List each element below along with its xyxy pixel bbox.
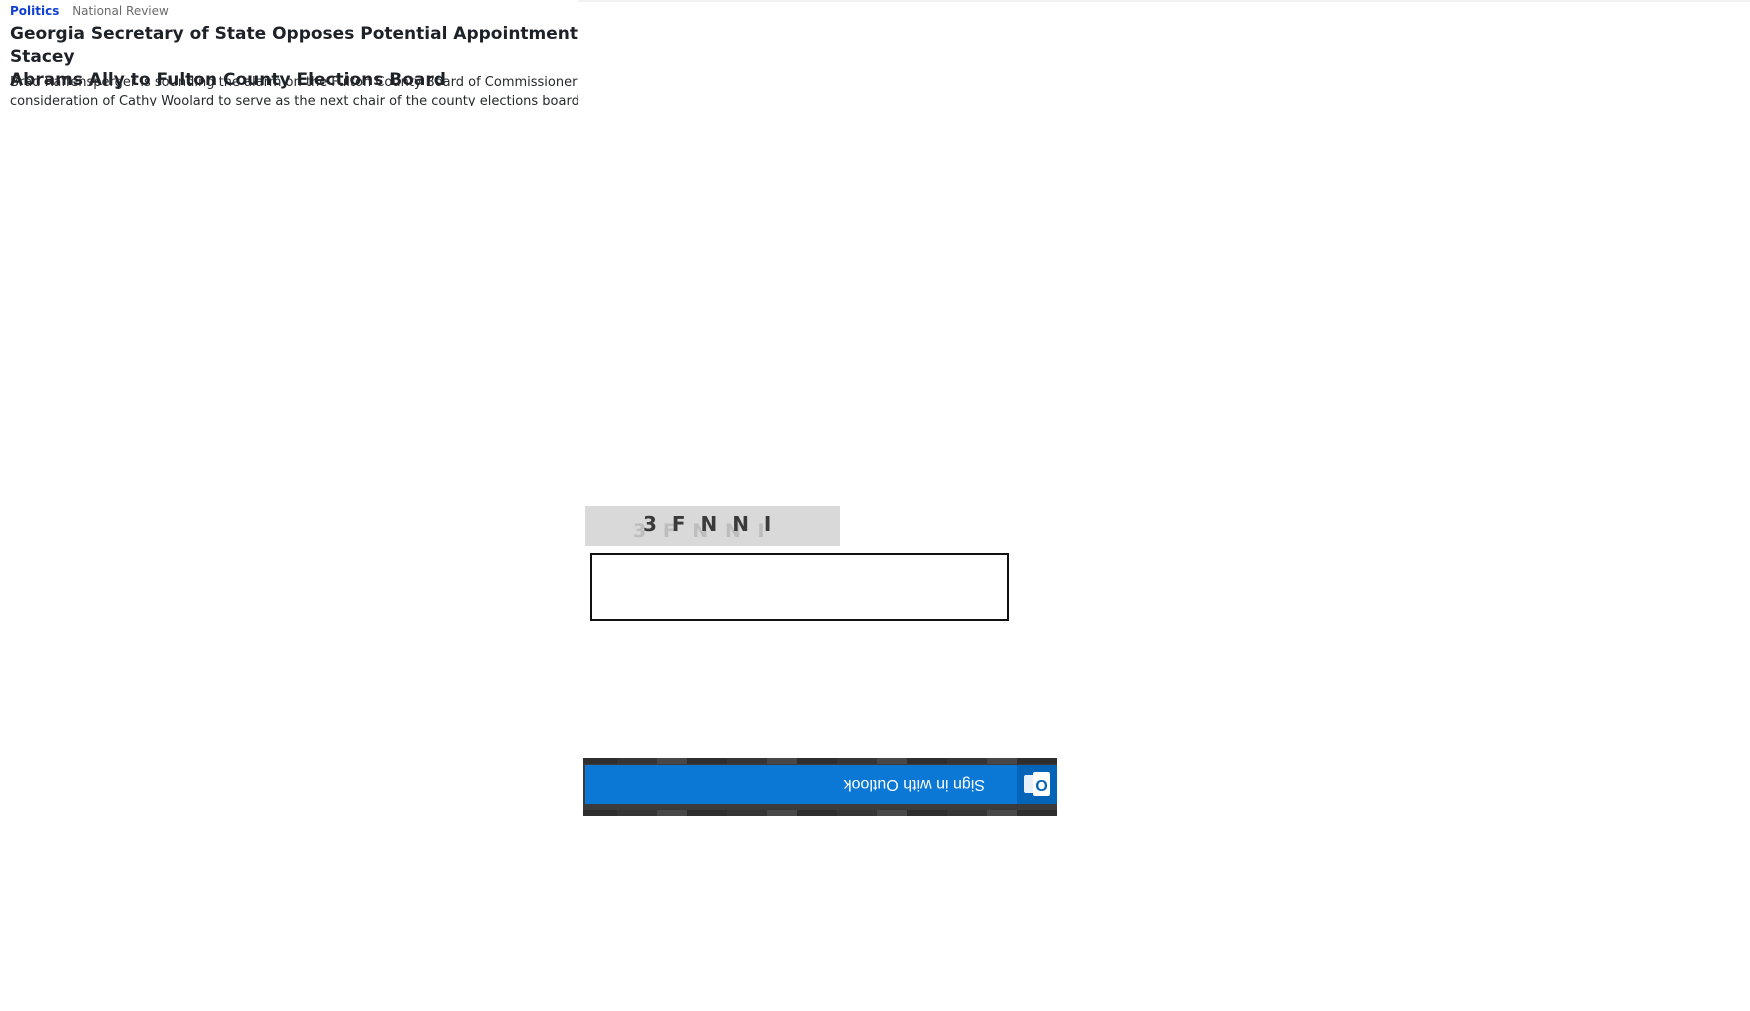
sign-in-with-outlook-button[interactable]: O Sign in with Outlook [585, 765, 1057, 804]
outlook-icon-letter: O [1033, 772, 1050, 797]
frame-stripe-top [583, 810, 1057, 816]
article-meta: Politics National Review [10, 4, 169, 18]
outlook-icon-box: O [1017, 765, 1057, 804]
outlook-icon: O [1022, 770, 1052, 800]
article-summary: Brad Raffensperger is sounding the alarm… [10, 75, 578, 106]
captcha-input[interactable] [590, 553, 1009, 621]
outlook-signin-frame: O Sign in with Outlook [583, 758, 1057, 816]
article-category-link[interactable]: Politics [10, 4, 59, 18]
captcha-code-text: 3 F N N I [643, 512, 776, 536]
article-source: National Review [72, 4, 169, 18]
outlook-button-label: Sign in with Outlook [843, 776, 985, 794]
news-card[interactable]: Politics National Review Georgia Secreta… [0, 0, 578, 106]
frame-stripe-bottom [583, 758, 1057, 764]
top-divider [578, 0, 1750, 2]
captcha-image: 3 F N N I 3 F N N I [585, 506, 840, 546]
